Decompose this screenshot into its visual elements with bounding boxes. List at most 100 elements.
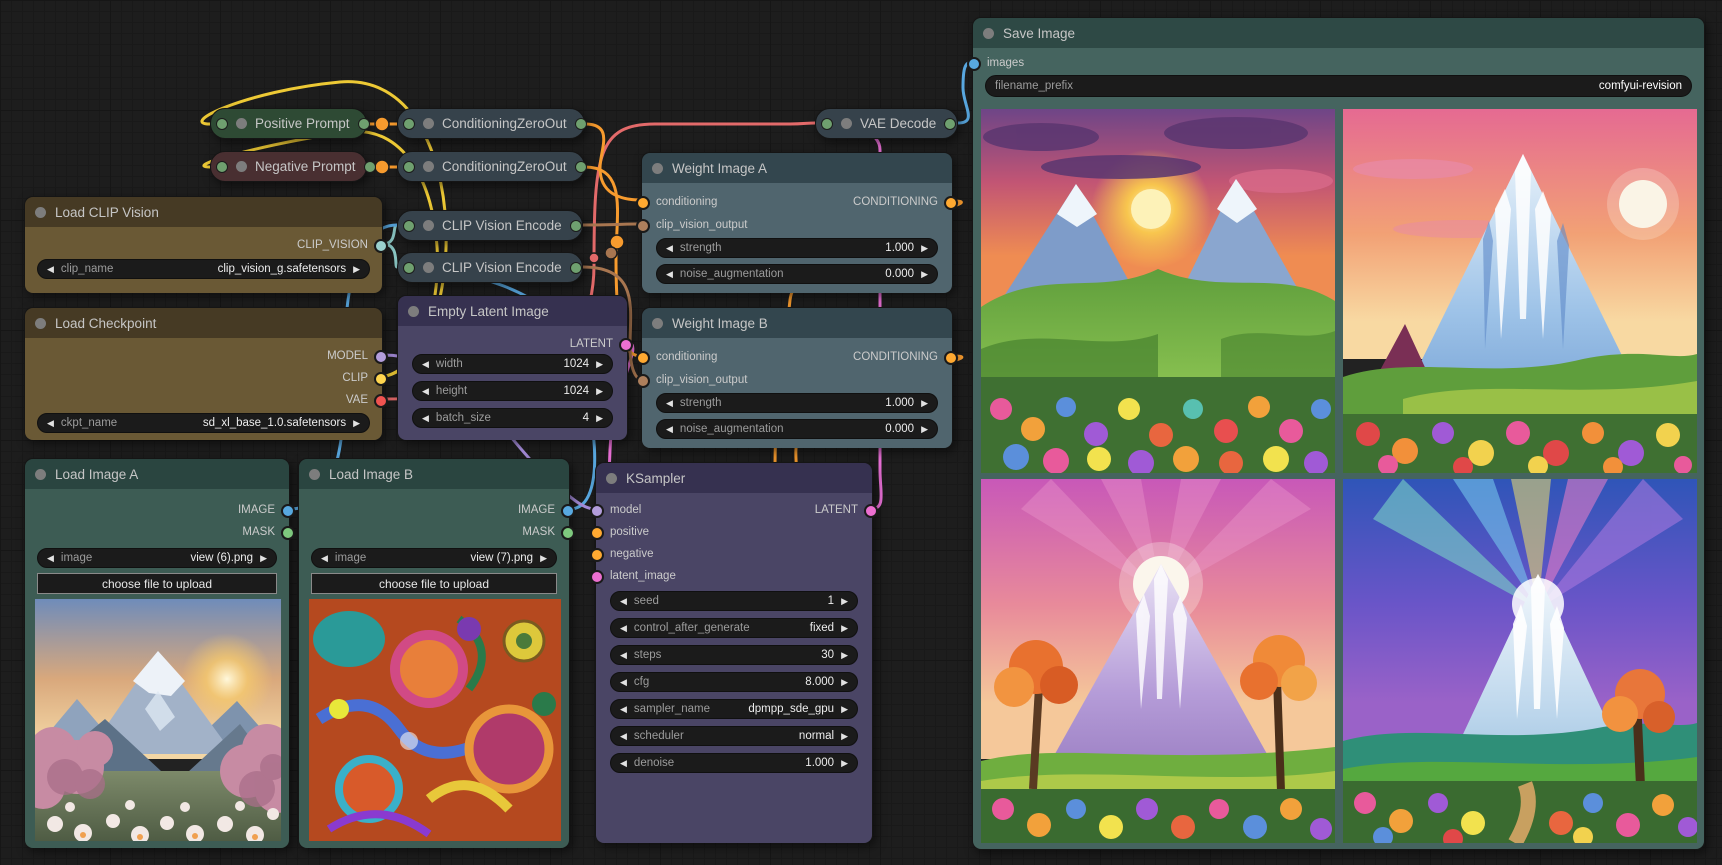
collapsed-output-dot[interactable]	[944, 118, 956, 130]
collapsed-input-dot[interactable]	[216, 118, 228, 130]
collapsed-output-dot[interactable]	[570, 262, 582, 274]
decrement-arrow-icon[interactable]: ◀	[666, 244, 673, 253]
widget-width[interactable]: ◀ width 1024 ▶	[412, 354, 613, 374]
collapsed-input-dot[interactable]	[403, 161, 415, 173]
decrement-arrow-icon[interactable]: ◀	[666, 270, 673, 279]
input-dot-model[interactable]	[590, 504, 604, 518]
widget-strength[interactable]: ◀ strength 1.000 ▶	[656, 238, 938, 258]
input-dot-conditioning[interactable]	[636, 351, 650, 365]
node-weight-image-b[interactable]: Weight Image B conditioning CONDITIONING…	[641, 307, 953, 448]
widget-steps[interactable]: ◀ steps 30 ▶	[610, 645, 858, 665]
input-dot-negative[interactable]	[590, 548, 604, 562]
collapsed-input-dot[interactable]	[216, 161, 228, 173]
node-header[interactable]: Load Checkpoint	[25, 308, 382, 338]
collapse-toggle-icon[interactable]	[423, 262, 434, 273]
collapsed-output-dot[interactable]	[358, 118, 370, 130]
node-header[interactable]: Save Image	[973, 18, 1704, 48]
increment-arrow-icon[interactable]: ▶	[596, 360, 603, 369]
collapse-toggle-icon[interactable]	[652, 318, 663, 329]
output-dot-latent[interactable]	[619, 338, 633, 352]
node-header[interactable]: Weight Image A	[642, 153, 952, 183]
increment-arrow-icon[interactable]: ▶	[921, 270, 928, 279]
increment-arrow-icon[interactable]: ▶	[596, 387, 603, 396]
increment-arrow-icon[interactable]: ▶	[841, 597, 848, 606]
output-dot-mask[interactable]	[281, 526, 295, 540]
decrement-arrow-icon[interactable]: ◀	[620, 759, 627, 768]
output-dot-mask[interactable]	[561, 526, 575, 540]
node-vae-decode[interactable]: VAE Decode	[815, 108, 958, 139]
decrement-arrow-icon[interactable]: ◀	[666, 425, 673, 434]
node-header[interactable]: Empty Latent Image	[398, 296, 627, 326]
widget-cfg[interactable]: ◀ cfg 8.000 ▶	[610, 672, 858, 692]
link-dot[interactable]	[605, 247, 617, 259]
widget-denoise[interactable]: ◀ denoise 1.000 ▶	[610, 753, 858, 773]
widget-noise-augmentation[interactable]: ◀ noise_augmentation 0.000 ▶	[656, 264, 938, 284]
decrement-arrow-icon[interactable]: ◀	[620, 597, 627, 606]
decrement-arrow-icon[interactable]: ◀	[620, 624, 627, 633]
collapsed-output-dot[interactable]	[575, 118, 587, 130]
collapsed-output-dot[interactable]	[570, 220, 582, 232]
node-weight-image-a[interactable]: Weight Image A conditioning CONDITIONING…	[641, 152, 953, 293]
choose-file-button[interactable]: choose file to upload	[37, 573, 277, 594]
collapse-toggle-icon[interactable]	[423, 118, 434, 129]
collapse-toggle-icon[interactable]	[309, 469, 320, 480]
increment-arrow-icon[interactable]: ▶	[841, 732, 848, 741]
increment-arrow-icon[interactable]: ▶	[353, 419, 360, 428]
link-dot[interactable]	[375, 160, 389, 174]
increment-arrow-icon[interactable]: ▶	[841, 651, 848, 660]
choose-file-button[interactable]: choose file to upload	[311, 573, 557, 594]
collapsed-output-dot[interactable]	[364, 161, 376, 173]
node-graph-canvas[interactable]: Positive Prompt Negative Prompt Conditio…	[0, 0, 1722, 865]
increment-arrow-icon[interactable]: ▶	[841, 624, 848, 633]
node-negative-prompt[interactable]: Negative Prompt	[210, 151, 367, 182]
increment-arrow-icon[interactable]: ▶	[921, 425, 928, 434]
node-header[interactable]: Load Image A	[25, 459, 289, 489]
link-dot[interactable]	[589, 253, 599, 263]
widget-clip-name[interactable]: ◀ clip_name clip_vision_g.safetensors ▶	[37, 259, 370, 279]
node-header[interactable]: Load CLIP Vision	[25, 197, 382, 227]
decrement-arrow-icon[interactable]: ◀	[620, 678, 627, 687]
node-header[interactable]: KSampler	[596, 463, 872, 493]
node-conditioning-zero-out-1[interactable]: ConditioningZeroOut	[397, 108, 585, 139]
increment-arrow-icon[interactable]: ▶	[596, 414, 603, 423]
increment-arrow-icon[interactable]: ▶	[540, 554, 547, 563]
collapse-toggle-icon[interactable]	[35, 469, 46, 480]
collapse-toggle-icon[interactable]	[841, 118, 852, 129]
widget-batch-size[interactable]: ◀ batch_size 4 ▶	[412, 408, 613, 428]
output-dot-vae[interactable]	[374, 394, 388, 408]
widget-filename-prefix[interactable]: filename_prefix comfyui-revision	[985, 75, 1692, 97]
node-save-image[interactable]: Save Image images filename_prefix comfyu…	[972, 17, 1705, 850]
node-empty-latent-image[interactable]: Empty Latent Image LATENT ◀ width 1024 ▶…	[397, 295, 628, 440]
increment-arrow-icon[interactable]: ▶	[260, 554, 267, 563]
decrement-arrow-icon[interactable]: ◀	[47, 265, 54, 274]
input-dot-images[interactable]	[967, 57, 981, 71]
decrement-arrow-icon[interactable]: ◀	[620, 705, 627, 714]
widget-strength[interactable]: ◀ strength 1.000 ▶	[656, 393, 938, 413]
widget-sampler-name[interactable]: ◀ sampler_name dpmpp_sde_gpu ▶	[610, 699, 858, 719]
node-positive-prompt[interactable]: Positive Prompt	[210, 108, 367, 139]
widget-image[interactable]: ◀ image view (6).png ▶	[37, 548, 277, 568]
widget-scheduler[interactable]: ◀ scheduler normal ▶	[610, 726, 858, 746]
collapsed-input-dot[interactable]	[403, 220, 415, 232]
output-dot-image[interactable]	[561, 504, 575, 518]
increment-arrow-icon[interactable]: ▶	[841, 678, 848, 687]
decrement-arrow-icon[interactable]: ◀	[321, 554, 328, 563]
collapsed-input-dot[interactable]	[403, 262, 415, 274]
node-conditioning-zero-out-2[interactable]: ConditioningZeroOut	[397, 151, 585, 182]
decrement-arrow-icon[interactable]: ◀	[620, 732, 627, 741]
node-header[interactable]: Weight Image B	[642, 308, 952, 338]
node-header[interactable]: Load Image B	[299, 459, 569, 489]
input-dot-latent-image[interactable]	[590, 570, 604, 584]
collapse-toggle-icon[interactable]	[606, 473, 617, 484]
node-clip-vision-encode-2[interactable]: CLIP Vision Encode	[397, 252, 583, 283]
output-dot-clip-vision[interactable]	[374, 239, 388, 253]
decrement-arrow-icon[interactable]: ◀	[47, 554, 54, 563]
node-ksampler[interactable]: KSampler model LATENT positive negative …	[595, 462, 873, 843]
input-dot-clip-vision-output[interactable]	[636, 374, 650, 388]
increment-arrow-icon[interactable]: ▶	[841, 705, 848, 714]
increment-arrow-icon[interactable]: ▶	[921, 244, 928, 253]
decrement-arrow-icon[interactable]: ◀	[47, 419, 54, 428]
collapse-toggle-icon[interactable]	[35, 318, 46, 329]
widget-image[interactable]: ◀ image view (7).png ▶	[311, 548, 557, 568]
widget-seed[interactable]: ◀ seed 1 ▶	[610, 591, 858, 611]
